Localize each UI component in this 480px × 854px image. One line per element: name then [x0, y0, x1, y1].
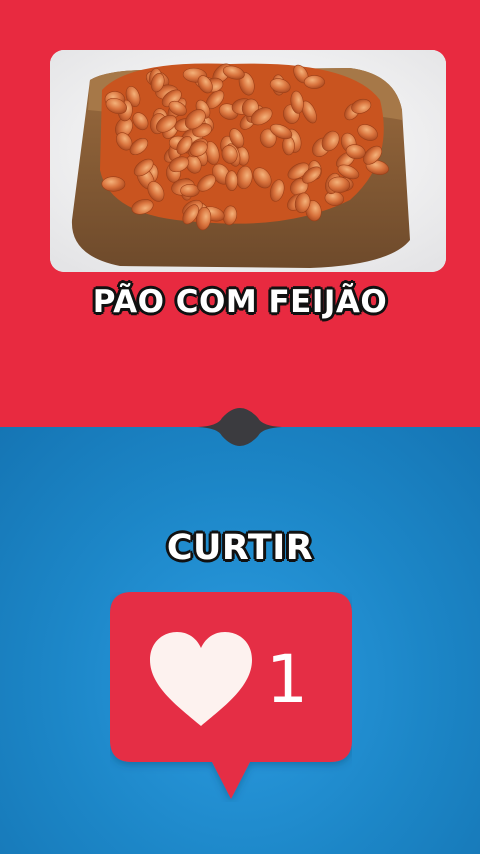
panel-divider-bump	[198, 408, 282, 446]
like-count: 1	[266, 641, 308, 718]
food-caption: PÃO COM FEIJÃO	[92, 284, 388, 320]
action-caption: CURTIR	[166, 528, 314, 568]
food-photo	[50, 50, 446, 272]
like-button[interactable]	[110, 592, 352, 802]
